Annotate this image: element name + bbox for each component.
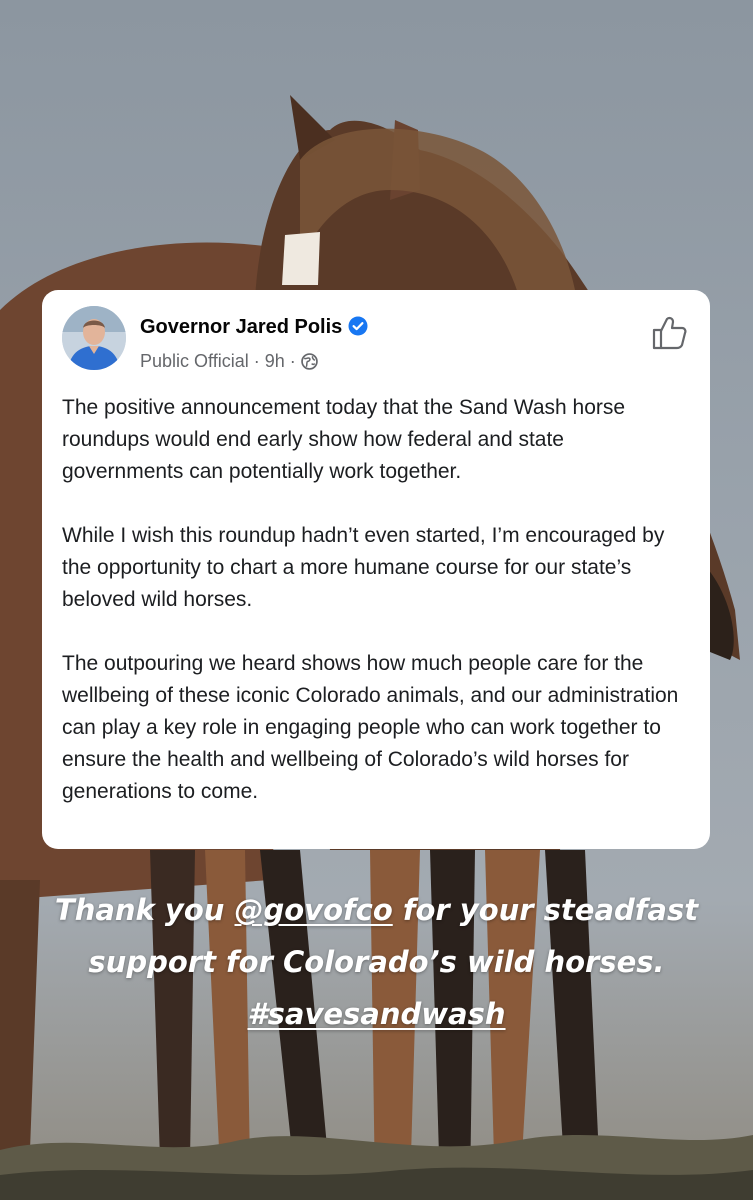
meta-separator-2: · [289, 351, 296, 371]
author-name[interactable]: Governor Jared Polis [140, 316, 368, 339]
story-caption: Thank you @govofco for your steadfast su… [20, 884, 733, 1040]
verified-badge-icon [348, 316, 368, 336]
avatar[interactable] [62, 306, 126, 370]
post-header: Governor Jared Polis Public Official · 9… [62, 306, 688, 390]
post-paragraph-2: While I wish this roundup hadn’t even st… [62, 524, 665, 611]
post-meta: Public Official · 9h · [140, 351, 318, 372]
globe-icon [301, 353, 318, 370]
author-name-text[interactable]: Governor Jared Polis [140, 316, 342, 338]
hashtag-link[interactable]: #savesandwash [247, 997, 505, 1031]
author-category: Public Official [140, 351, 249, 371]
meta-separator: · [253, 351, 260, 371]
thumbs-up-icon[interactable] [650, 314, 688, 352]
avatar-photo [62, 306, 126, 370]
facebook-post-card: Governor Jared Polis Public Official · 9… [42, 290, 710, 849]
post-time[interactable]: 9h [265, 351, 285, 371]
post-body: The positive announcement today that the… [62, 392, 688, 808]
post-paragraph-3: The outpouring we heard shows how much p… [62, 652, 679, 803]
mention-link[interactable]: @govofco [235, 893, 393, 927]
post-paragraph-1: The positive announcement today that the… [62, 396, 626, 483]
caption-text-1: Thank you [54, 893, 235, 927]
